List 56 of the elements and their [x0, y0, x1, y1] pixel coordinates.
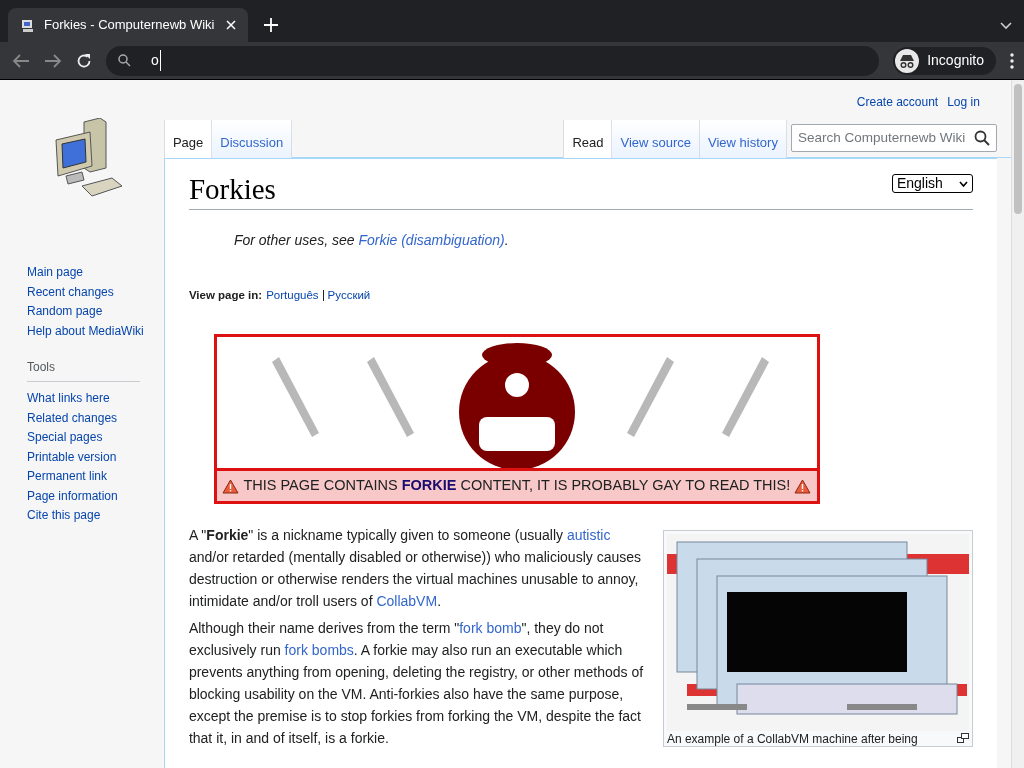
new-tab-icon[interactable]: [264, 18, 278, 32]
sidebar-link[interactable]: Cite this page: [27, 507, 101, 524]
page-tab[interactable]: Page: [164, 119, 213, 158]
address-bar[interactable]: o: [106, 45, 880, 76]
search-icon[interactable]: [973, 130, 990, 146]
personal-link[interactable]: Log in: [947, 93, 980, 111]
sidebar-link[interactable]: Random page: [27, 303, 103, 320]
address-text: o: [151, 50, 161, 71]
view-page-in-label: View page in:: [188, 288, 263, 303]
search-icon: [118, 54, 131, 67]
paragraph: Although their name derives from the term "fork bomb", they do not exclusively run fork bombs. A forkie may also run an executable which prevents anything from opening, deleting the registry, or other methods of blocking usability on the VM. Anti-forkies also have the same purpose, except the premise is to stop forkies from forking the VM, despite the fact that it, in and of itself, is a forkie.: [188, 619, 645, 749]
sidebar-link[interactable]: Recent changes: [27, 283, 114, 300]
page-title: Forkies: [188, 172, 276, 207]
sidebar-link[interactable]: Help about MediaWiki: [27, 322, 144, 339]
sidebar-link[interactable]: Permanent link: [27, 468, 108, 485]
reload-icon[interactable]: [76, 52, 92, 69]
close-icon[interactable]: [226, 20, 236, 30]
caret-icon: [958, 180, 968, 187]
menu-icon[interactable]: [1010, 52, 1014, 69]
link[interactable]: autistic: [566, 527, 611, 544]
page-tab[interactable]: View source: [612, 119, 701, 158]
sidebar-link[interactable]: Printable version: [27, 448, 117, 465]
warning-text: THIS PAGE CONTAINS FORKIE CONTENT, IT IS PROBABLY GAY TO READ THIS!: [243, 476, 791, 496]
personal-link[interactable]: Create account: [856, 93, 939, 111]
page-tab[interactable]: View history: [700, 119, 787, 158]
sidebar-link[interactable]: Main page: [27, 264, 84, 281]
forward-icon[interactable]: [44, 52, 62, 69]
thumbnail-caption: An example of a CollabVM machine after being: [666, 733, 918, 747]
warning-icon: [794, 478, 812, 494]
link[interactable]: fork bombs: [284, 642, 354, 659]
language-link[interactable]: Português: [266, 287, 319, 305]
language-select[interactable]: English: [891, 174, 973, 193]
link[interactable]: fork bomb: [459, 620, 522, 637]
page-tab[interactable]: Discussion: [212, 119, 293, 158]
incognito-icon: [895, 48, 920, 73]
tab-title: Forkies - Computernewb Wiki: [44, 16, 216, 35]
sidebar-link[interactable]: Page information: [27, 487, 118, 504]
search-field[interactable]: Search Computernewb Wiki: [790, 124, 997, 152]
language-link[interactable]: Русский: [327, 287, 371, 305]
sidebar-link[interactable]: Special pages: [27, 429, 103, 446]
hatnote: For other uses, see Forkie (disambiguation).: [233, 231, 510, 250]
warning-icon: [222, 478, 240, 494]
back-icon[interactable]: [12, 52, 30, 69]
incognito-button[interactable]: Incognito: [893, 46, 996, 75]
paragraph: A "Forkie" is a nickname typically given to someone (usually autistic and/or retarded (mentally disabled or otherwise)) who maliciously causes destruction or otherwise renders the virtual machines unusable to annoy, intimidate and/or troll users of CollabVM.: [188, 526, 642, 612]
browser-tab[interactable]: Forkies - Computernewb Wiki: [8, 8, 248, 42]
sidebar-heading: Tools: [27, 360, 55, 374]
scrollbar-thumb[interactable]: [1013, 84, 1022, 214]
link[interactable]: Forkie (disambiguation): [358, 232, 505, 248]
enlarge-icon[interactable]: [956, 733, 969, 744]
computer-icon: [20, 17, 36, 33]
sidebar-link[interactable]: What links here: [27, 390, 110, 407]
chevron-down-icon[interactable]: [1000, 22, 1012, 30]
page-tab[interactable]: Read: [564, 119, 613, 158]
link[interactable]: CollabVM: [376, 593, 438, 610]
sidebar-link[interactable]: Related changes: [27, 409, 118, 426]
